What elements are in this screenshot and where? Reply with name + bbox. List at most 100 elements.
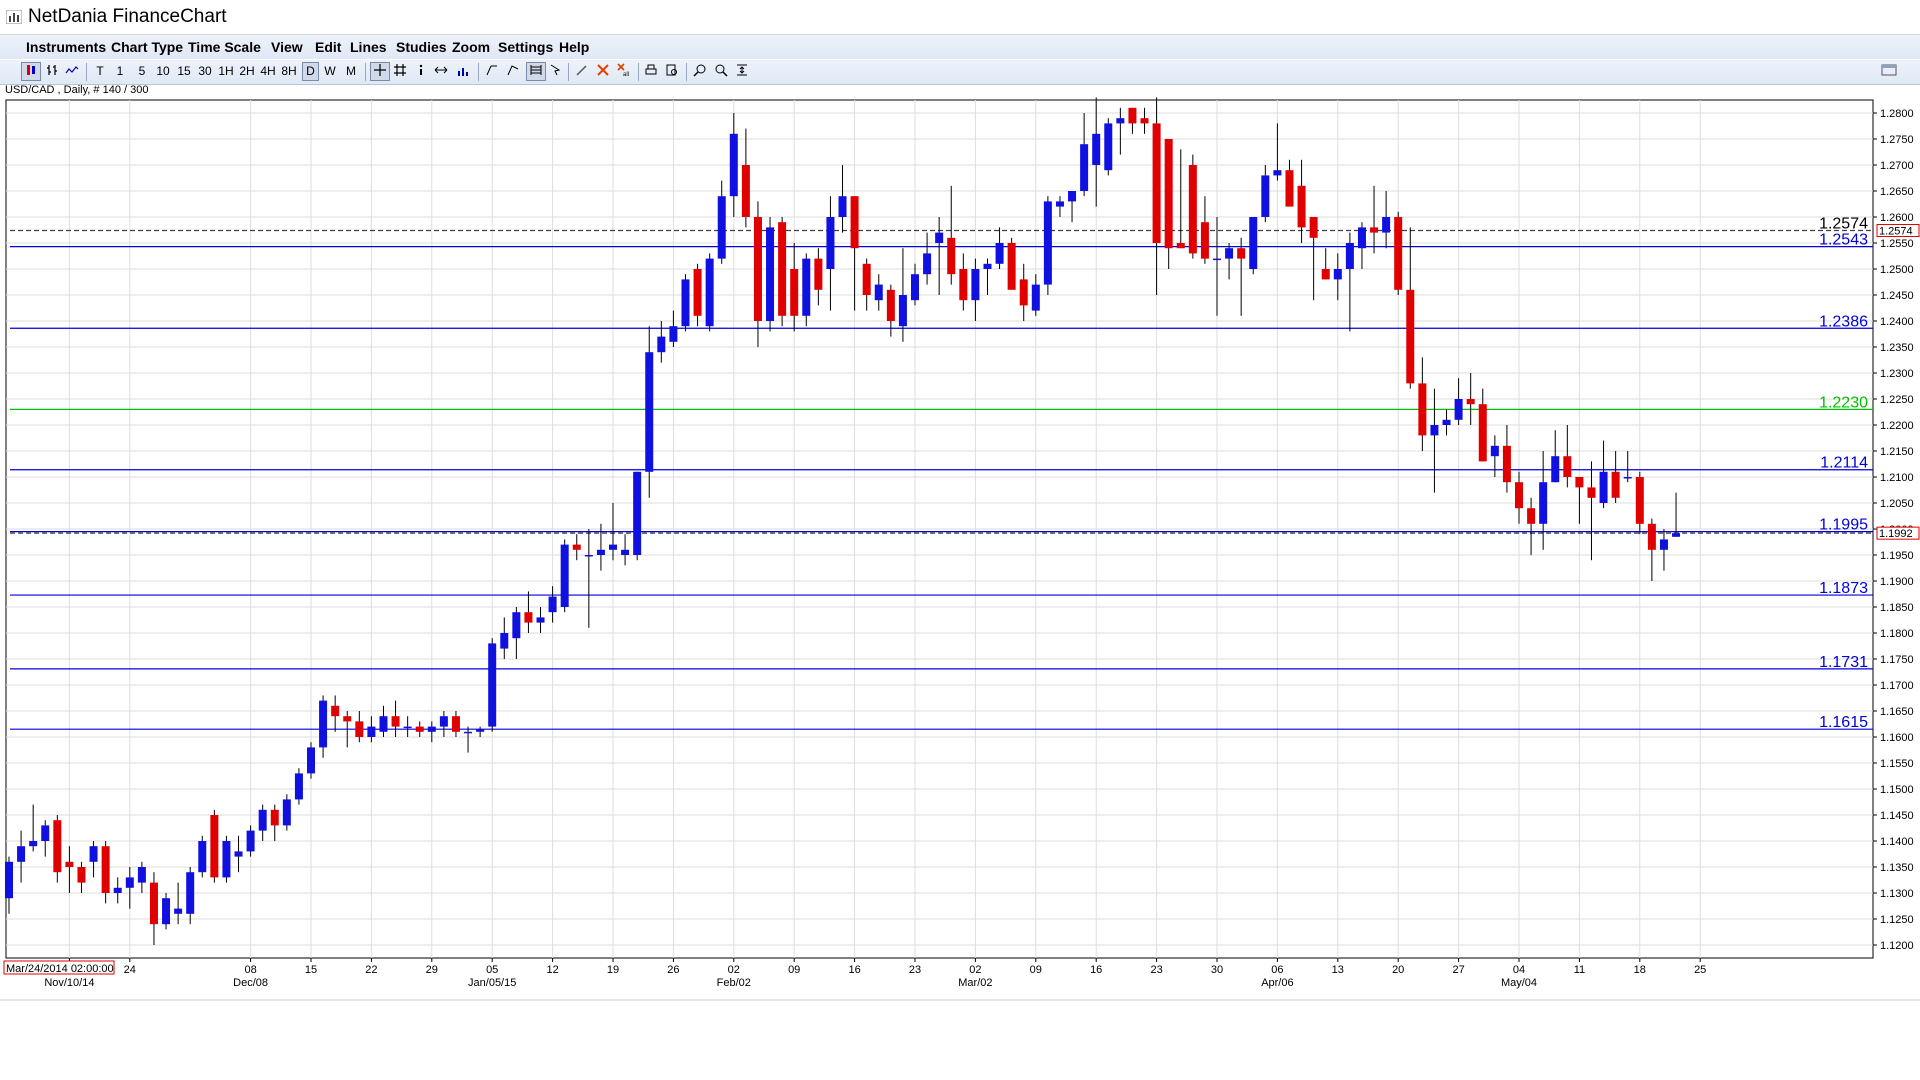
candle-body xyxy=(669,326,678,342)
candle-body xyxy=(1249,217,1258,269)
candle-body xyxy=(1635,477,1644,524)
price-tick-label: 1.1800 xyxy=(1880,628,1914,640)
candle-body xyxy=(391,716,400,727)
candle-body xyxy=(488,643,497,727)
candle-body xyxy=(367,726,376,737)
candle-body xyxy=(294,773,303,800)
candle-body xyxy=(1309,217,1318,238)
candle-body xyxy=(1164,139,1173,249)
candle-body xyxy=(258,809,267,831)
date-tick-label: 12 xyxy=(546,964,558,976)
candle-body xyxy=(451,716,460,732)
date-tick-label: 27 xyxy=(1452,964,1464,976)
date-tick-label: 16 xyxy=(1090,964,1102,976)
candle-body xyxy=(1285,170,1294,207)
level-label: 1.2230 xyxy=(1819,394,1868,411)
price-tick-label: 1.2600 xyxy=(1880,212,1914,224)
candle-body xyxy=(693,269,702,316)
candle-body xyxy=(838,196,847,217)
candle-body xyxy=(947,237,956,275)
candle-body xyxy=(1539,482,1548,524)
candle-body xyxy=(53,820,62,873)
candle-body xyxy=(1261,175,1270,217)
date-tick-label: 06 xyxy=(1271,964,1283,976)
candle-body xyxy=(778,222,787,316)
candle-body xyxy=(222,841,231,878)
price-tick-label: 1.1600 xyxy=(1880,732,1914,744)
date-major-label: May/04 xyxy=(1501,977,1537,989)
date-tick-label: 13 xyxy=(1332,964,1344,976)
candle-body xyxy=(1599,471,1608,503)
candle-body xyxy=(886,289,895,321)
candle-body xyxy=(959,269,968,301)
date-tick-label: 02 xyxy=(728,964,740,976)
candle-body xyxy=(1406,289,1415,384)
candle-body xyxy=(210,815,219,878)
candle-body xyxy=(1080,144,1089,191)
candle-body xyxy=(874,284,883,301)
dashed-level-label: 1.2574 xyxy=(1819,216,1868,233)
candle-body xyxy=(65,861,74,867)
date-tick-label: 25 xyxy=(1694,964,1706,976)
candle-body xyxy=(427,726,436,732)
candle-body xyxy=(355,721,364,737)
candle-body xyxy=(270,809,279,826)
price-tick-label: 1.1500 xyxy=(1880,784,1914,796)
candle-body xyxy=(403,726,412,729)
candle-body xyxy=(17,846,26,862)
candle-body xyxy=(77,867,86,883)
level-label: 1.1995 xyxy=(1819,517,1868,534)
candle-body xyxy=(379,716,388,732)
price-tick-label: 1.1950 xyxy=(1880,550,1914,562)
candle-body xyxy=(1237,248,1246,259)
date-major-label: Dec/08 xyxy=(233,977,268,989)
price-tick-label: 1.1250 xyxy=(1880,914,1914,926)
candle-body xyxy=(1213,258,1221,261)
candle-body xyxy=(862,263,871,295)
candle-body xyxy=(971,269,980,301)
candle-body xyxy=(415,726,424,732)
candle-body xyxy=(850,196,859,249)
candle-body xyxy=(1140,118,1149,124)
date-tick-label: 02 xyxy=(969,964,981,976)
candle-body xyxy=(1333,269,1342,280)
candle-body xyxy=(1563,456,1572,477)
price-tick-label: 1.1350 xyxy=(1880,862,1914,874)
candle-body xyxy=(1128,107,1137,124)
candle-body xyxy=(149,882,158,925)
price-tick-label: 1.1300 xyxy=(1880,888,1914,900)
candle-body xyxy=(1357,227,1366,249)
date-tick-label: 08 xyxy=(244,964,256,976)
price-tick-label: 1.2750 xyxy=(1880,134,1914,146)
date-major-label: Jan/05/15 xyxy=(468,977,516,989)
candle-body xyxy=(560,544,569,607)
date-tick-label: 16 xyxy=(848,964,860,976)
candle-body xyxy=(41,825,50,841)
candle-body xyxy=(1345,243,1354,269)
candle-body xyxy=(1225,248,1234,259)
price-tick-label: 1.1450 xyxy=(1880,810,1914,822)
date-tick-label: 05 xyxy=(486,964,498,976)
candle-body xyxy=(174,908,183,914)
date-tick-label: 24 xyxy=(124,964,136,976)
candle-body xyxy=(331,705,340,717)
candle-body xyxy=(125,877,134,888)
candle-body xyxy=(1418,383,1427,436)
candle-body xyxy=(898,295,907,327)
price-tag: 1.1992 xyxy=(1879,528,1913,540)
candle-body xyxy=(1490,445,1499,457)
price-tick-label: 1.2400 xyxy=(1880,316,1914,328)
candle-body xyxy=(1623,477,1632,479)
candle-body xyxy=(246,830,255,852)
candle-body xyxy=(1321,269,1330,280)
candle-body xyxy=(681,279,690,327)
price-chart[interactable]: 1.2543 1.2386 1.2230 1.2114 1.1995 1.1873 1.17… xyxy=(0,0,1920,1080)
candle-body xyxy=(1454,399,1463,420)
candle-body xyxy=(1116,118,1125,124)
candle-body xyxy=(89,846,98,862)
date-major-label: Apr/06 xyxy=(1261,977,1293,989)
level-label: 1.1873 xyxy=(1819,580,1868,597)
price-tick-label: 1.2650 xyxy=(1880,186,1914,198)
candle-body xyxy=(753,217,762,321)
date-tick-label: 09 xyxy=(1030,964,1042,976)
